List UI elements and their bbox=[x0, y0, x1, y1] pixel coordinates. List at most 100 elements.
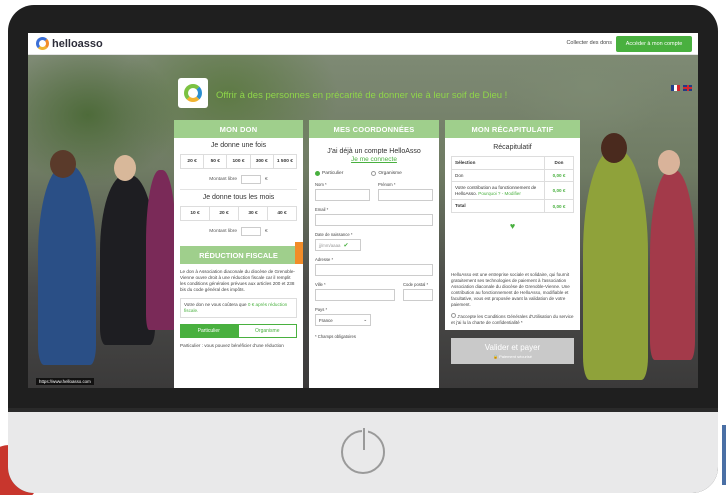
person-head bbox=[50, 150, 76, 178]
monthly-amount-option[interactable]: 20 € bbox=[210, 207, 239, 220]
amount-option[interactable]: 300 € bbox=[251, 155, 274, 168]
collect-donations-link[interactable]: Collecter des dons bbox=[566, 40, 612, 46]
currency-symbol: € bbox=[265, 177, 268, 182]
person-figure bbox=[38, 165, 96, 365]
email-row: Email * bbox=[315, 207, 433, 226]
last-name-field-group: Nom * bbox=[315, 182, 370, 201]
power-icon[interactable] bbox=[341, 426, 385, 474]
monthly-amount-option[interactable]: 10 € bbox=[181, 207, 210, 220]
contact-type-radios: Particulier Organisme bbox=[315, 171, 433, 176]
monthly-amount-option[interactable]: 40 € bbox=[268, 207, 296, 220]
uk-flag-icon[interactable] bbox=[683, 85, 692, 91]
amount-option[interactable]: 1 500 € bbox=[274, 155, 296, 168]
summary-row: Votre contribution au fonctionnement de … bbox=[452, 182, 573, 201]
column-don: Don bbox=[554, 160, 564, 166]
first-name-label: Prénom * bbox=[378, 182, 396, 187]
terms-accept[interactable]: J'accepte les Conditions Générales d'Uti… bbox=[451, 313, 574, 326]
french-flag-icon[interactable] bbox=[671, 85, 680, 91]
address-input[interactable] bbox=[315, 264, 433, 276]
particulier-info: Particulier : vous pouvez bénéficier d'u… bbox=[180, 343, 284, 348]
radio-selected-icon bbox=[315, 171, 320, 176]
amount-option[interactable]: 50 € bbox=[204, 155, 228, 168]
person-figure bbox=[583, 150, 648, 380]
summary-panel: MON RÉCAPITULATIF Récapitulatif Sélectio… bbox=[445, 120, 580, 270]
row-value: 0,00 € bbox=[552, 188, 566, 194]
dob-input[interactable]: jj/mm/aaaa ✔ bbox=[315, 239, 361, 251]
lock-icon: 🔒 bbox=[492, 354, 498, 359]
heart-icon: ♥ bbox=[509, 220, 516, 231]
address-row: Adresse * bbox=[315, 257, 433, 276]
donation-panel: MON DON Je donne une fois 20 € 50 € 100 … bbox=[174, 120, 303, 388]
last-name-input[interactable] bbox=[315, 189, 370, 201]
address-label: Adresse * bbox=[315, 257, 334, 262]
tax-reduction-text: Le don à Association diaconale du diocès… bbox=[180, 269, 295, 292]
helloasso-logo-icon bbox=[36, 37, 49, 50]
helloasso-note: HelloAsso est une entreprise sociale et … bbox=[451, 272, 570, 307]
radio-organisme[interactable]: Organisme bbox=[371, 171, 402, 176]
postcode-input[interactable] bbox=[403, 289, 433, 301]
summary-note-box: HelloAsso est une entreprise sociale et … bbox=[445, 270, 580, 330]
amount-option[interactable]: 100 € bbox=[227, 155, 251, 168]
organization-logo bbox=[178, 78, 208, 108]
country-row: Pays * France ⌄ bbox=[315, 307, 433, 326]
checkbox-icon[interactable] bbox=[451, 313, 456, 318]
summary-table: Sélection Don Don 0,00 € Votre contribut… bbox=[451, 156, 574, 213]
person-head bbox=[114, 155, 136, 181]
one-time-title: Je donne une fois bbox=[210, 142, 267, 149]
donation-heading: MON DON bbox=[174, 120, 303, 138]
postcode-field-group: Code postal * bbox=[403, 282, 433, 301]
scene: helloasso Collecter des dons Accéder à m… bbox=[0, 0, 726, 495]
tablet-chin bbox=[8, 408, 718, 493]
toggle-particulier[interactable]: Particulier bbox=[180, 324, 238, 338]
contact-panel: MES COORDONNÉES J'ai déjà un compte Hell… bbox=[309, 120, 439, 388]
divider bbox=[180, 189, 297, 190]
email-input[interactable] bbox=[315, 214, 433, 226]
radio-empty-icon bbox=[371, 171, 377, 176]
contact-heading: MES COORDONNÉES bbox=[309, 120, 439, 138]
one-time-amounts: 20 € 50 € 100 € 300 € 1 500 € bbox=[180, 154, 297, 169]
helloasso-logo[interactable]: helloasso bbox=[36, 37, 103, 50]
summary-row: Don 0,00 € bbox=[452, 169, 573, 183]
country-select[interactable]: France ⌄ bbox=[315, 314, 371, 326]
dob-placeholder: jj/mm/aaaa bbox=[319, 242, 341, 248]
row-value: 0,00 € bbox=[552, 172, 566, 178]
chevron-down-icon: ⌄ bbox=[363, 317, 367, 322]
country-label: Pays * bbox=[315, 307, 328, 312]
dob-label: Date de naissance * bbox=[315, 232, 353, 237]
summary-heading: MON RÉCAPITULATIF bbox=[445, 120, 580, 138]
secure-payment-label: 🔒 Paiement sécurisé bbox=[451, 354, 574, 359]
first-name-input[interactable] bbox=[378, 189, 433, 201]
free-amount-input[interactable] bbox=[241, 175, 262, 184]
row-label: Don bbox=[452, 169, 545, 182]
secure-payment-text: Paiement sécurisé bbox=[499, 354, 532, 359]
city-input[interactable] bbox=[315, 289, 395, 301]
monthly-amount-option[interactable]: 30 € bbox=[239, 207, 268, 220]
monthly-free-amount-input[interactable] bbox=[241, 227, 262, 236]
address-field-group: Adresse * bbox=[315, 257, 433, 276]
contribution-modify-link[interactable]: Pourquoi ? - Modifier bbox=[478, 191, 521, 196]
organization-logo-icon bbox=[184, 84, 202, 102]
tax-reduction-title: RÉDUCTION FISCALE bbox=[199, 250, 278, 260]
existing-account-title: J'ai déjà un compte HelloAsso bbox=[327, 148, 421, 155]
summary-footer: HelloAsso est une entreprise sociale et … bbox=[445, 270, 580, 388]
monthly-title: Je donne tous les mois bbox=[202, 194, 275, 201]
email-label: Email * bbox=[315, 207, 329, 212]
radio-particulier[interactable]: Particulier bbox=[315, 171, 343, 176]
person-figure bbox=[146, 170, 176, 330]
brand-name: helloasso bbox=[52, 37, 103, 50]
login-link[interactable]: Je me connecte bbox=[309, 156, 439, 163]
top-navbar: helloasso Collecter des dons Accéder à m… bbox=[28, 33, 698, 55]
free-amount-row: Montant libre € bbox=[174, 175, 303, 184]
monthly-amounts: 10 € 20 € 30 € 40 € bbox=[180, 206, 297, 221]
summary-title: Récapitulatif bbox=[493, 144, 532, 151]
city-field-group: Ville * bbox=[315, 282, 395, 301]
account-access-button[interactable]: Accéder à mon compte bbox=[616, 36, 692, 52]
cost-after-reduction: Votre don ne vous coûtera que 0 € après … bbox=[180, 298, 297, 318]
toggle-organisme[interactable]: Organisme bbox=[237, 324, 297, 338]
amount-option[interactable]: 20 € bbox=[181, 155, 205, 168]
radio-label: Particulier bbox=[322, 171, 344, 176]
check-icon: ✔ bbox=[343, 242, 349, 249]
donor-type-toggle: Particulier Organisme bbox=[180, 324, 297, 338]
tax-reduction-heading: RÉDUCTION FISCALE bbox=[180, 242, 303, 264]
validate-pay-button[interactable]: Valider et payer 🔒 Paiement sécurisé bbox=[451, 338, 574, 364]
